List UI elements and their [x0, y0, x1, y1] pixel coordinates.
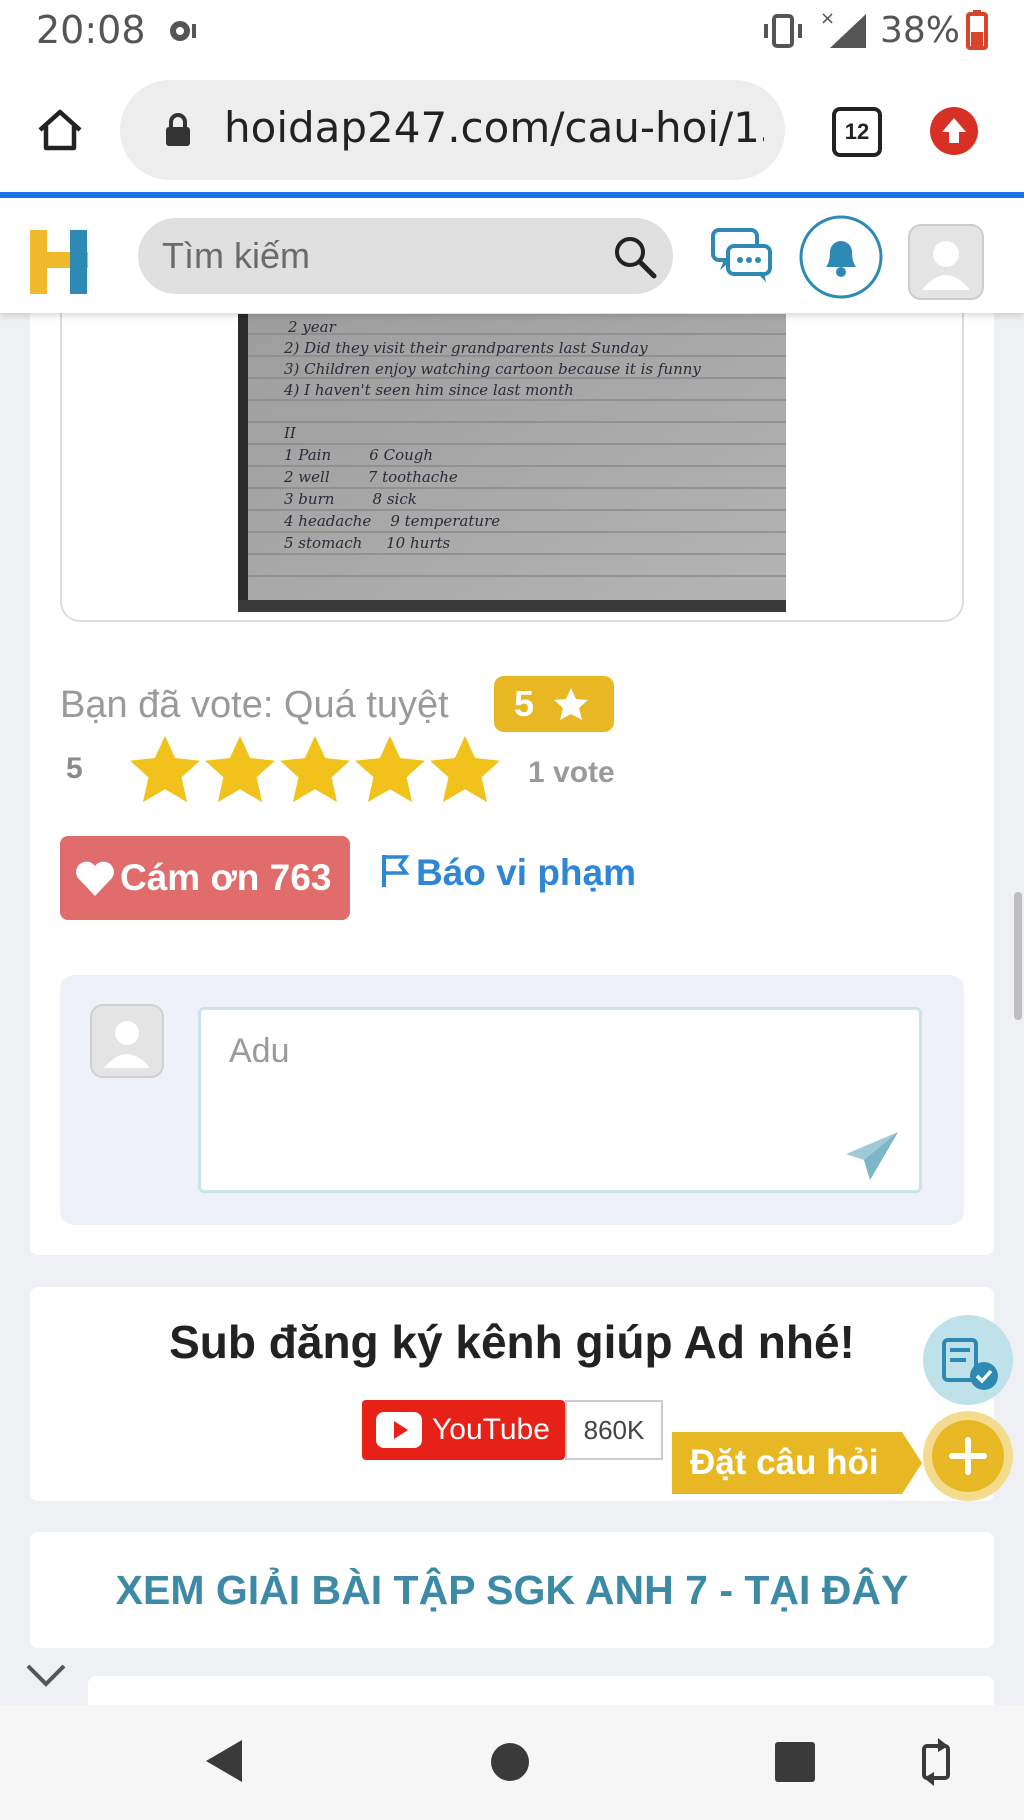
rating-star-icon[interactable]: [203, 734, 277, 804]
comment-input[interactable]: Adu: [198, 1007, 922, 1193]
back-icon[interactable]: [204, 1738, 244, 1784]
photo-line: 2) Did they visit their grandparents las…: [283, 339, 648, 357]
search-input[interactable]: [138, 218, 673, 294]
rating-star-icon[interactable]: [353, 734, 427, 804]
photo-line: 2 well 7 toothache: [283, 468, 458, 486]
rating-star-icon[interactable]: [278, 734, 352, 804]
photo-line: 5 stomach 10 hurts: [284, 534, 451, 552]
avatar[interactable]: [908, 224, 984, 300]
clock: 20:08: [36, 8, 146, 52]
photo-line: II: [283, 424, 297, 442]
commenter-avatar: [90, 1004, 164, 1078]
next-card-edge: [88, 1676, 994, 1705]
photo-line: 1 Pain 6 Cough: [284, 446, 433, 464]
home-nav-icon[interactable]: [490, 1742, 530, 1782]
rating-star-icon[interactable]: [128, 734, 202, 804]
vote-badge: 5: [494, 676, 614, 732]
home-icon[interactable]: [36, 106, 84, 154]
report-label: Báo vi phạm: [416, 852, 636, 893]
lock-icon: [166, 113, 190, 146]
rating-star-icon[interactable]: [428, 734, 502, 804]
star-rating[interactable]: [128, 734, 503, 809]
photo-line: 3 burn 8 sick: [284, 490, 417, 508]
notification-icon: [170, 21, 196, 41]
vote-badge-value: 5: [514, 683, 535, 724]
thanks-button[interactable]: Cám ơn 763: [60, 836, 350, 920]
chevron-down-icon[interactable]: [24, 1660, 68, 1690]
photo-line: 4) I haven't seen him since last month: [283, 381, 574, 399]
youtube-subscribe-button[interactable]: YouTube: [362, 1400, 565, 1460]
photo-line: 2 year: [287, 318, 337, 336]
tab-switcher-button[interactable]: 12: [832, 107, 882, 157]
site-logo[interactable]: [28, 228, 90, 296]
subscriber-count: 860K: [565, 1400, 663, 1460]
my-questions-fab[interactable]: [922, 1314, 1014, 1406]
vote-count: 1 vote: [528, 756, 615, 789]
flag-icon: [382, 855, 410, 887]
svg-text:×: ×: [820, 8, 835, 29]
search-icon[interactable]: [612, 234, 658, 280]
send-icon[interactable]: [844, 1128, 900, 1182]
notification-bell-button[interactable]: [798, 214, 884, 300]
chat-icon[interactable]: [710, 226, 774, 286]
vote-status-text: Bạn đã vote: Quá tuyệt: [60, 684, 449, 726]
ask-question-label[interactable]: Đặt câu hỏi: [672, 1432, 922, 1494]
promo-title: Sub đăng ký kênh giúp Ad nhé!: [169, 1316, 855, 1368]
recents-icon[interactable]: [775, 1742, 815, 1782]
battery-icon: [966, 10, 988, 50]
battery-percent: 38%: [880, 10, 961, 51]
heart-icon: [76, 861, 114, 896]
rotate-icon[interactable]: [918, 1738, 954, 1786]
solution-link-banner[interactable]: XEM GIẢI BÀI TẬP SGK ANH 7 - TẠI ĐÂY: [30, 1532, 994, 1648]
youtube-icon: [376, 1412, 422, 1448]
upload-icon[interactable]: [929, 106, 979, 156]
signal-icon: ×: [820, 8, 866, 48]
photo-line: 4 headache 9 temperature: [283, 512, 500, 530]
report-link[interactable]: Báo vi phạm: [380, 852, 636, 894]
thanks-label: Cám ơn 763: [120, 857, 332, 898]
vibrate-icon: [764, 14, 802, 48]
photo-line: 3) Children enjoy watching cartoon becau…: [284, 360, 701, 378]
add-question-fab[interactable]: [922, 1410, 1014, 1502]
url-text[interactable]: hoidap247.com/cau-hoi/13: [224, 103, 764, 152]
scrollbar[interactable]: [1014, 892, 1022, 1020]
status-bar: 20:08 × 38%: [0, 0, 1024, 62]
star-icon: [554, 688, 588, 720]
rating-average: 5: [66, 752, 83, 785]
answer-photo[interactable]: 2 year 2) Did they visit their grandpare…: [238, 314, 786, 612]
youtube-label: YouTube: [432, 1413, 550, 1446]
